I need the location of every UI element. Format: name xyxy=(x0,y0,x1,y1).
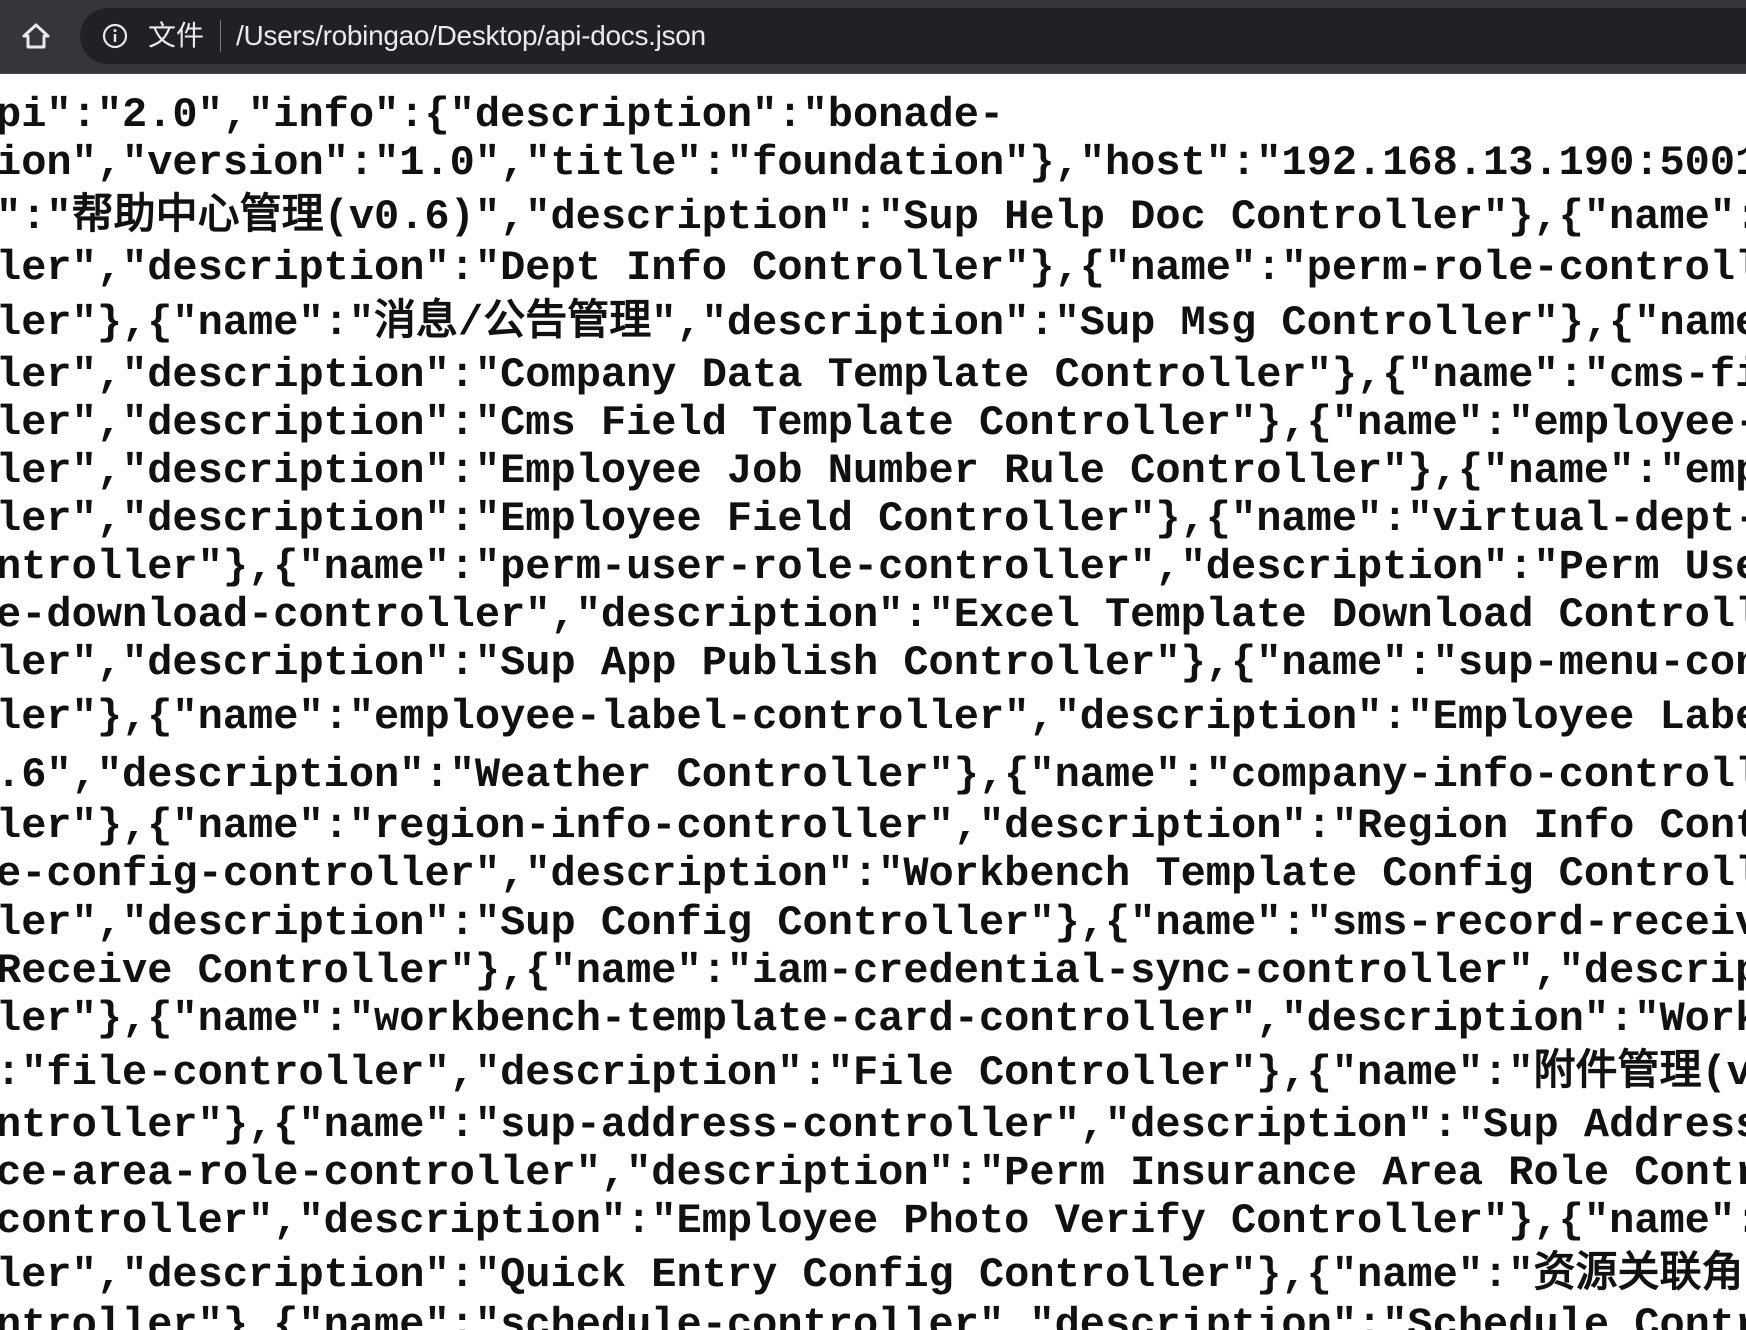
scheme-label: 文件 xyxy=(148,20,205,51)
json-text-line: .6","description":"Weather Controller"},… xyxy=(0,751,1746,799)
divider xyxy=(220,20,221,52)
json-text-line: ler","description":"Sup Config Controlle… xyxy=(0,899,1746,947)
info-icon[interactable] xyxy=(102,23,128,49)
json-text-line: pi":"2.0","info":{"description":"bonade- xyxy=(0,91,1005,139)
json-text-line: ler"},{"name":"workbench-template-card-c… xyxy=(0,995,1746,1043)
json-text-line: ler","description":"Dept Info Controller… xyxy=(0,244,1746,292)
json-text-line: ler","description":"Employee Job Number … xyxy=(0,447,1746,495)
json-text-line: ntroller"},{"name":"schedule-controller"… xyxy=(0,1301,1746,1330)
json-text-line: ce-area-role-controller","description":"… xyxy=(0,1149,1746,1197)
json-text-line: ":"帮助中心管理(v0.6)","description":"Sup Help… xyxy=(0,193,1746,241)
json-document: pi":"2.0","info":{"description":"bonade-… xyxy=(0,74,1746,1330)
home-icon[interactable] xyxy=(18,18,54,54)
json-text-line: ler","description":"Employee Field Contr… xyxy=(0,495,1746,543)
url-text[interactable]: /Users/robingao/Desktop/api-docs.json xyxy=(236,20,706,52)
json-text-line: ler","description":"Sup App Publish Cont… xyxy=(0,639,1746,687)
json-text-line: e-download-controller","description":"Ex… xyxy=(0,591,1746,639)
json-text-line: ler","description":"Company Data Templat… xyxy=(0,351,1746,399)
json-text-line: ntroller"},{"name":"perm-user-role-contr… xyxy=(0,543,1746,591)
json-text-line: :"file-controller","description":"File C… xyxy=(0,1049,1746,1097)
json-text-line: ler"},{"name":"employee-label-controller… xyxy=(0,693,1746,741)
json-text-line: ler"},{"name":"消息/公告管理","description":"S… xyxy=(0,299,1746,347)
json-text-line: Receive Controller"},{"name":"iam-creden… xyxy=(0,947,1746,995)
json-text-line: e-config-controller","description":"Work… xyxy=(0,850,1746,898)
address-bar[interactable]: 文件 /Users/robingao/Desktop/api-docs.json xyxy=(80,8,1746,64)
json-text-line: ntroller"},{"name":"sup-address-controll… xyxy=(0,1101,1746,1149)
json-text-line: controller","description":"Employee Phot… xyxy=(0,1197,1746,1245)
browser-toolbar: 文件 /Users/robingao/Desktop/api-docs.json xyxy=(0,0,1746,74)
json-text-line: ler","description":"Cms Field Template C… xyxy=(0,399,1746,447)
json-text-line: ler","description":"Quick Entry Config C… xyxy=(0,1251,1744,1299)
json-text-line: ler"},{"name":"region-info-controller","… xyxy=(0,802,1746,850)
json-text-line: ion","version":"1.0","title":"foundation… xyxy=(0,139,1746,187)
